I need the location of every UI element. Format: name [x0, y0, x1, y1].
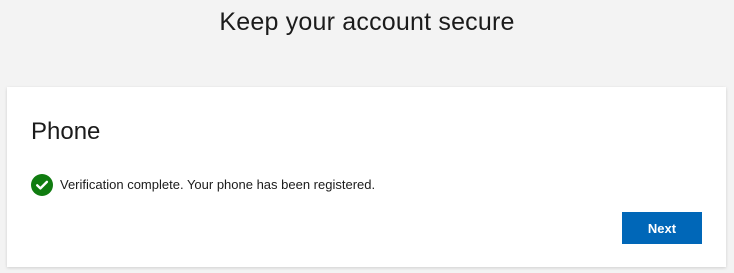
page-title: Keep your account secure	[219, 8, 515, 36]
phone-setup-card: Phone Verification complete. Your phone …	[7, 87, 726, 267]
verification-status: Verification complete. Your phone has be…	[31, 173, 375, 197]
status-message: Verification complete. Your phone has be…	[60, 177, 376, 192]
next-button[interactable]: Next	[622, 212, 702, 244]
check-circle-icon	[31, 174, 53, 196]
card-title: Phone	[31, 118, 101, 145]
